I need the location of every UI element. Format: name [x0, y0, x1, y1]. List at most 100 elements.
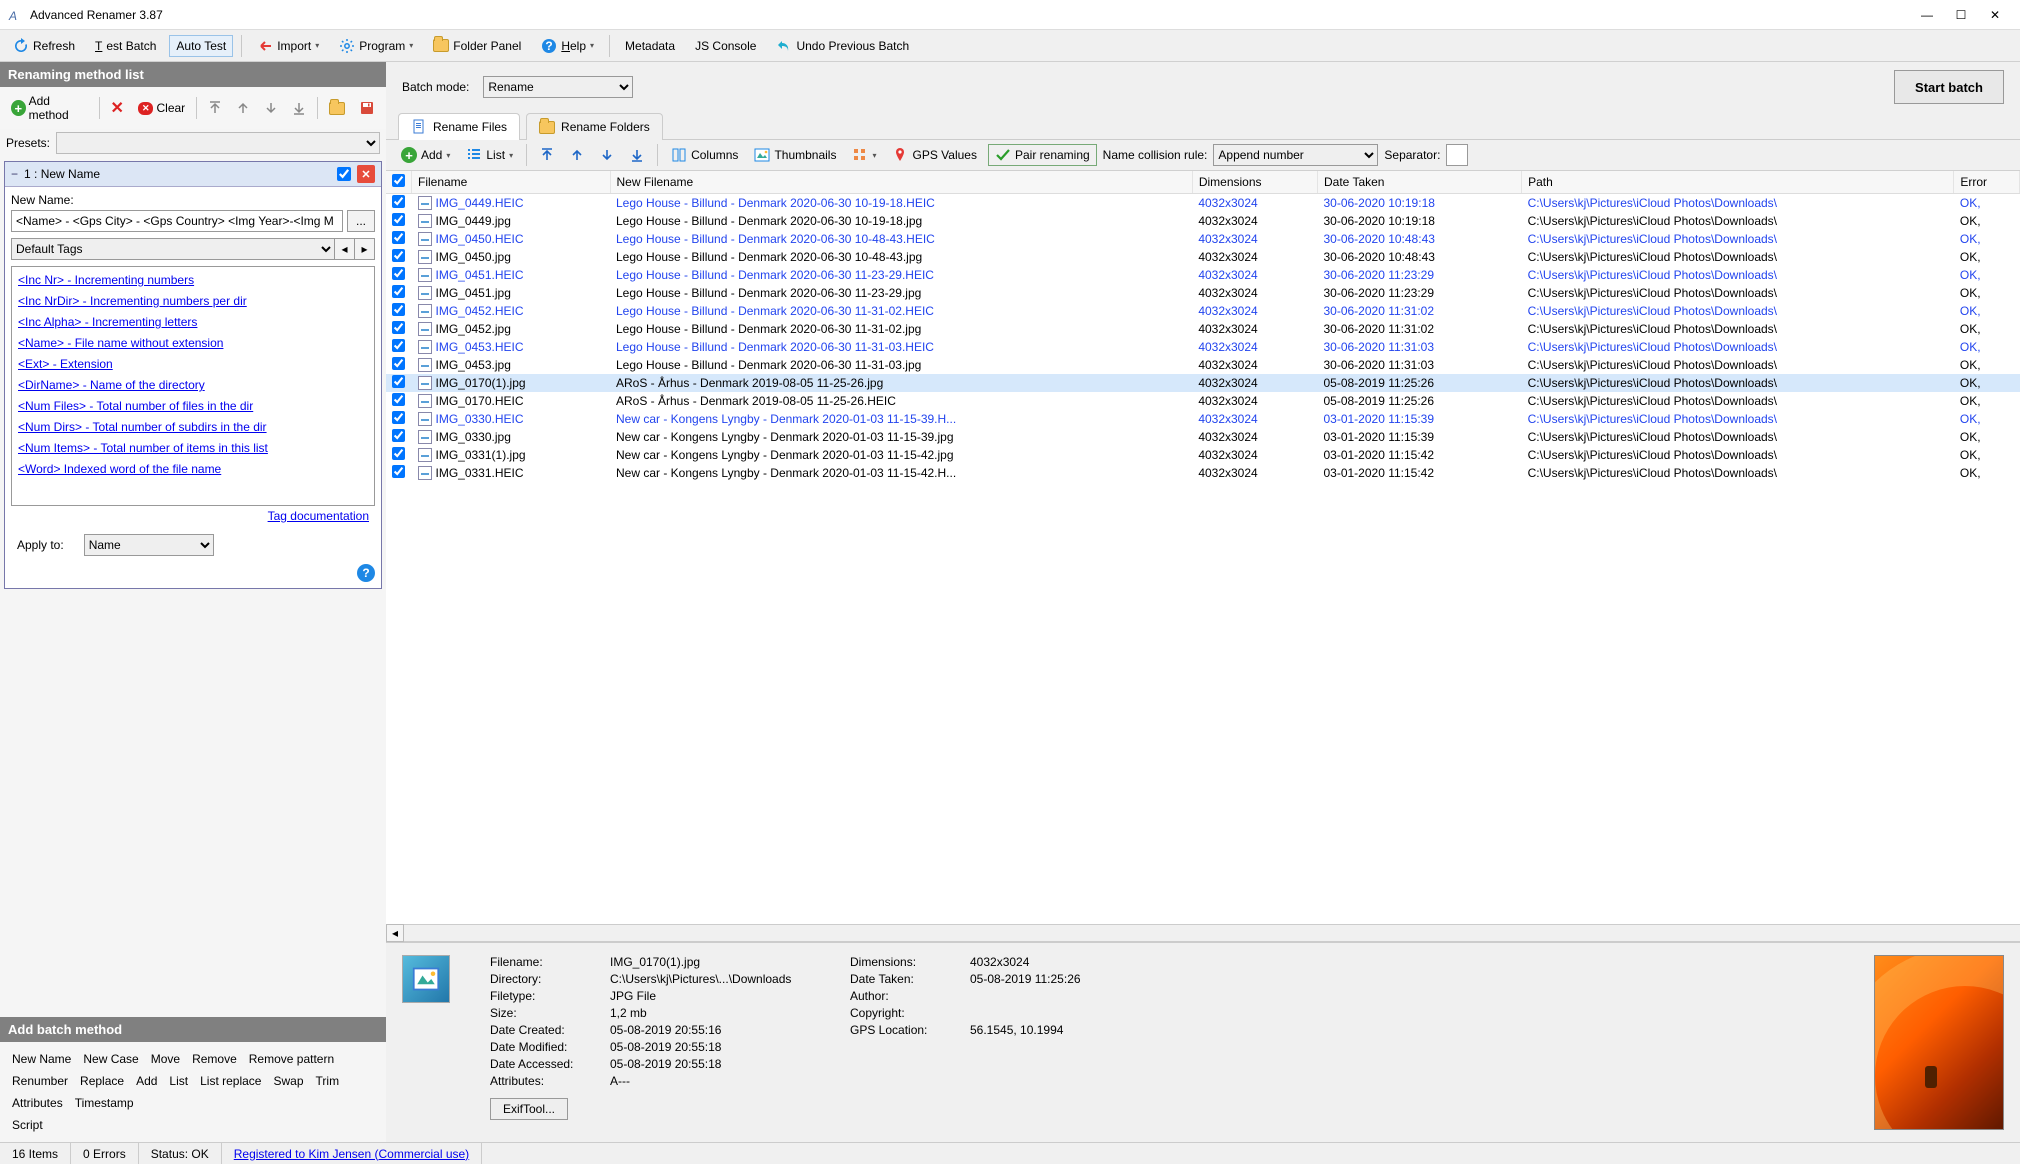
tags-dropdown[interactable]: Default Tags [11, 238, 335, 260]
file-table-wrap[interactable]: FilenameNew FilenameDimensionsDate Taken… [386, 171, 2020, 924]
batch-method-new-name[interactable]: New Name [6, 1049, 77, 1069]
method-close-button[interactable]: ✕ [357, 165, 375, 183]
batch-method-replace[interactable]: Replace [74, 1071, 130, 1091]
row-checkbox[interactable] [392, 465, 405, 478]
tag-link[interactable]: <Num Items> - Total number of items in t… [18, 441, 368, 455]
column-header[interactable]: Dimensions [1192, 171, 1317, 194]
row-checkbox[interactable] [392, 339, 405, 352]
batch-method-list[interactable]: List [163, 1071, 194, 1091]
row-checkbox[interactable] [392, 447, 405, 460]
maximize-button[interactable]: ☐ [1944, 3, 1978, 27]
add-method-button[interactable]: +Add method [6, 91, 93, 125]
exiftool-button[interactable]: ExifTool... [490, 1098, 568, 1120]
tag-link[interactable]: <Num Dirs> - Total number of subdirs in … [18, 420, 368, 434]
tab-rename-folders[interactable]: Rename Folders [526, 113, 663, 140]
import-button[interactable]: Import ▾ [250, 34, 326, 58]
table-row[interactable]: IMG_0331.HEICNew car - Kongens Lyngby - … [386, 464, 2020, 482]
row-checkbox[interactable] [392, 375, 405, 388]
js-console-button[interactable]: JS Console [688, 35, 763, 57]
tag-next-button[interactable]: ▸ [355, 238, 375, 260]
thumbnails-button[interactable]: Thumbnails [749, 144, 841, 166]
select-all-checkbox[interactable] [392, 174, 405, 187]
test-batch-button[interactable]: TTest Batchest Batch [88, 35, 163, 57]
close-button[interactable]: ✕ [1978, 3, 2012, 27]
batch-method-move[interactable]: Move [145, 1049, 186, 1069]
move-top-button[interactable] [203, 98, 227, 118]
batch-method-new-case[interactable]: New Case [77, 1049, 144, 1069]
view-mode-button[interactable]: ▾ [847, 144, 881, 166]
table-row[interactable]: IMG_0450.HEICLego House - Billund - Denm… [386, 230, 2020, 248]
row-checkbox[interactable] [392, 303, 405, 316]
open-methods-button[interactable] [324, 99, 350, 118]
registration-link[interactable]: Registered to Kim Jensen (Commercial use… [234, 1147, 469, 1161]
auto-test-button[interactable]: Auto Test [169, 35, 233, 57]
column-header[interactable]: Date Taken [1317, 171, 1521, 194]
separator-input[interactable] [1446, 144, 1468, 166]
row-checkbox[interactable] [392, 357, 405, 370]
columns-button[interactable]: Columns [666, 144, 743, 166]
batch-mode-select[interactable]: Rename [483, 76, 633, 98]
tag-link[interactable]: <Inc Alpha> - Incrementing letters [18, 315, 368, 329]
table-row[interactable]: IMG_0330.HEICNew car - Kongens Lyngby - … [386, 410, 2020, 428]
metadata-button[interactable]: Metadata [618, 35, 682, 57]
minimize-button[interactable]: — [1910, 3, 1944, 27]
newname-input[interactable] [11, 210, 343, 232]
table-row[interactable]: IMG_0170.HEICARoS - Århus - Denmark 2019… [386, 392, 2020, 410]
table-row[interactable]: IMG_0451.HEICLego House - Billund - Denm… [386, 266, 2020, 284]
table-row[interactable]: IMG_0452.HEICLego House - Billund - Denm… [386, 302, 2020, 320]
tab-rename-files[interactable]: Rename Files [398, 113, 520, 140]
batch-method-list-replace[interactable]: List replace [194, 1071, 267, 1091]
table-row[interactable]: IMG_0450.jpgLego House - Billund - Denma… [386, 248, 2020, 266]
horizontal-scrollbar[interactable]: ◂ [386, 924, 2020, 942]
row-checkbox[interactable] [392, 213, 405, 226]
tag-link[interactable]: <Ext> - Extension [18, 357, 368, 371]
save-methods-button[interactable] [354, 97, 380, 119]
row-checkbox[interactable] [392, 285, 405, 298]
batch-method-renumber[interactable]: Renumber [6, 1071, 74, 1091]
table-row[interactable]: IMG_0453.jpgLego House - Billund - Denma… [386, 356, 2020, 374]
scroll-left-icon[interactable]: ◂ [386, 924, 404, 942]
refresh-button[interactable]: Refresh [6, 34, 82, 58]
table-row[interactable]: IMG_0452.jpgLego House - Billund - Denma… [386, 320, 2020, 338]
delete-method-button[interactable]: ✕ [106, 95, 129, 121]
table-row[interactable]: IMG_0170(1).jpgARoS - Århus - Denmark 20… [386, 374, 2020, 392]
column-header[interactable]: Filename [412, 171, 611, 194]
row-checkbox[interactable] [392, 249, 405, 262]
tag-link[interactable]: <Word> Indexed word of the file name [18, 462, 368, 476]
table-row[interactable]: IMG_0449.HEICLego House - Billund - Denm… [386, 194, 2020, 213]
move-down-files[interactable] [595, 145, 619, 165]
table-row[interactable]: IMG_0453.HEICLego House - Billund - Denm… [386, 338, 2020, 356]
pair-renaming-toggle[interactable]: Pair renaming [988, 144, 1097, 166]
move-top-files[interactable] [535, 145, 559, 165]
table-row[interactable]: IMG_0331(1).jpgNew car - Kongens Lyngby … [386, 446, 2020, 464]
move-down-button[interactable] [259, 98, 283, 118]
tag-link[interactable]: <Inc Nr> - Incrementing numbers [18, 273, 368, 287]
row-checkbox[interactable] [392, 411, 405, 424]
batch-method-attributes[interactable]: Attributes [6, 1093, 69, 1113]
batch-method-remove[interactable]: Remove [186, 1049, 243, 1069]
start-batch-button[interactable]: Start batch [1894, 70, 2004, 104]
column-header[interactable]: New Filename [610, 171, 1192, 194]
column-header[interactable]: Path [1522, 171, 1954, 194]
undo-button[interactable]: Undo Previous Batch [769, 34, 916, 58]
tag-link[interactable]: <Name> - File name without extension [18, 336, 368, 350]
collision-select[interactable]: Append number [1213, 144, 1378, 166]
table-row[interactable]: IMG_0330.jpgNew car - Kongens Lyngby - D… [386, 428, 2020, 446]
row-checkbox[interactable] [392, 321, 405, 334]
move-bottom-files[interactable] [625, 145, 649, 165]
method-help-icon[interactable]: ? [357, 564, 375, 582]
tag-documentation-link[interactable]: Tag documentation [268, 509, 369, 523]
column-header[interactable]: Error [1954, 171, 2020, 194]
move-up-button[interactable] [231, 98, 255, 118]
batch-method-add[interactable]: Add [130, 1071, 163, 1091]
batch-method-timestamp[interactable]: Timestamp [69, 1093, 140, 1113]
clear-methods-button[interactable]: ✕Clear [133, 98, 190, 118]
table-row[interactable]: IMG_0449.jpgLego House - Billund - Denma… [386, 212, 2020, 230]
pattern-browse-button[interactable]: ... [347, 210, 375, 232]
batch-method-trim[interactable]: Trim [310, 1071, 346, 1091]
method-enabled-checkbox[interactable] [337, 167, 351, 181]
move-up-files[interactable] [565, 145, 589, 165]
row-checkbox[interactable] [392, 393, 405, 406]
presets-select[interactable] [56, 132, 380, 154]
folder-panel-button[interactable]: Folder Panel [426, 35, 528, 57]
